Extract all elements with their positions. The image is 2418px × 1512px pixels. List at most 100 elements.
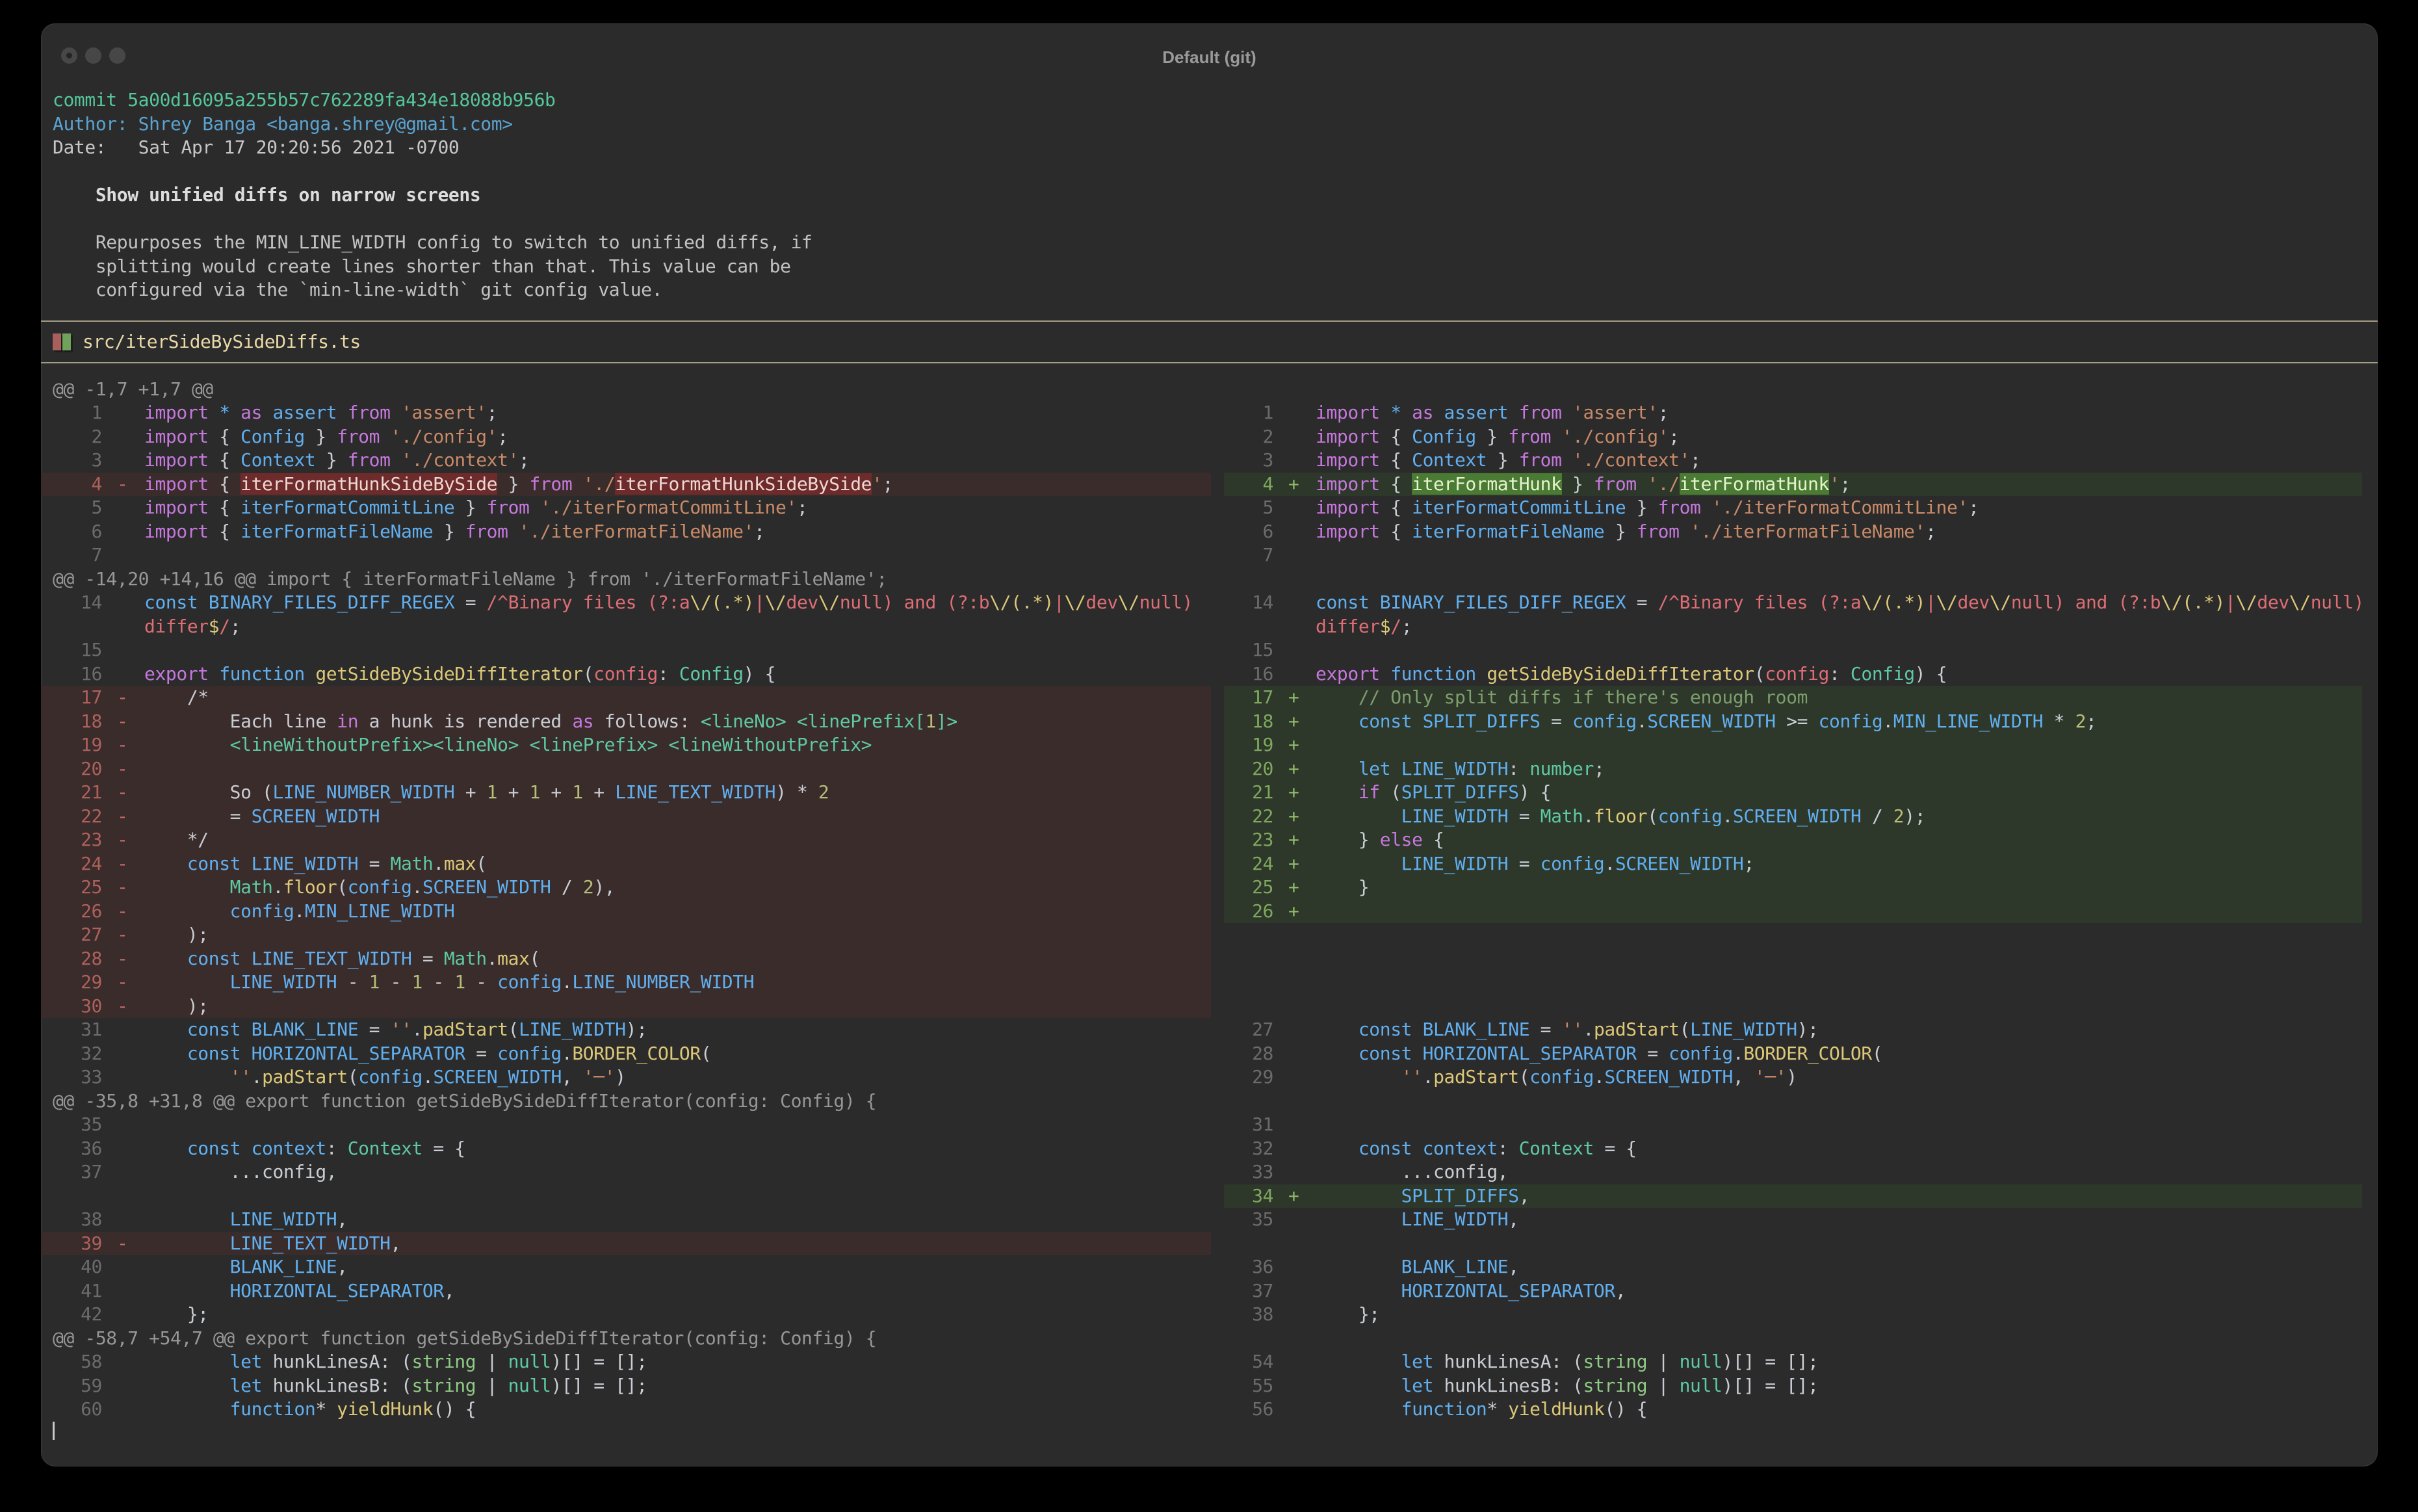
titlebar: Default (git) [41,23,2378,88]
code-token: / [1390,616,1401,637]
code-token: Math [1540,805,1583,827]
code-token: $ [209,616,219,637]
code-line: import { Context } from './context'; [1316,449,2362,473]
code-token: (.*) [711,592,754,613]
code-token: config [358,1066,422,1088]
code-token: let [1401,1351,1444,1372]
cursor-row [41,1422,2378,1446]
code-token: null) [2311,592,2362,613]
code-token [1316,1280,1401,1301]
code-token [144,1398,230,1420]
diff-marker: + [1288,852,1299,876]
code-token: 2 [2075,710,2086,732]
diff-pane-left: 14const BINARY_FILES_DIFF_REGEX = /^Bina… [41,591,1211,615]
diff-row: 58 let hunkLinesA: (string | null)[] = [… [41,1350,2378,1374]
code-token: follows: [593,710,701,732]
diff-pane-right: 7 [1224,543,2362,567]
commit-header: commit 5a00d16095a255b57c762289fa434e180… [41,88,2378,302]
code-token: , [444,1280,454,1301]
code-line: let LINE_WIDTH: number; [1316,757,2362,781]
code-token: config [593,663,658,684]
code-line: } else { [1316,828,2362,852]
code-token: LINE_NUMBER_WIDTH [273,781,455,803]
diff-row: 18- Each line in a hunk is rendered as f… [41,710,2378,734]
code-token: from [1519,449,1572,471]
code-token: null [1680,1351,1722,1372]
code-token: from [487,497,540,518]
code-token [144,1280,230,1301]
code-token: iterFormatFileName [240,521,433,542]
code-token: MIN_LINE_WIDTH [305,900,454,922]
code-token: ( [1390,781,1401,803]
line-number: 16 [53,662,102,686]
code-token: ; [754,521,764,542]
code-token: : ( [1551,1375,1583,1396]
diff-marker [1288,1303,1299,1327]
code-token: const [187,1043,252,1064]
diff-pane-left: 28- const LINE_TEXT_WIDTH = Math.max( [41,947,1211,971]
line-number: 32 [1224,1137,1273,1161]
minimize-button[interactable] [85,47,101,64]
code-token: . [562,971,572,993]
code-token: '─' [1754,1066,1786,1088]
code-token: let [230,1351,273,1372]
code-token: | [1054,592,1064,613]
diff-marker [1288,1398,1299,1422]
diff-pane-left: 42 }; [41,1303,1211,1327]
diff-marker [1288,520,1299,544]
code-token: and [2064,592,2118,613]
diff-row: 29- LINE_WIDTH - 1 - 1 - 1 - config.LINE… [41,971,2378,995]
code-token: } [1562,473,1594,495]
code-token: ( [1754,663,1765,684]
code-token [1316,1138,1358,1159]
code-token: '' [1401,1066,1423,1088]
code-token: import [144,402,219,423]
code-token: = [358,1019,390,1040]
diff-row: 30- ); [41,995,2378,1019]
code-token: { [219,473,240,495]
diff-pane-right: 19+ [1224,733,2362,757]
code-token: - [337,971,369,993]
diff-row: 38 LINE_WIDTH,35 LINE_WIDTH, [41,1208,2378,1232]
line-number: 33 [1224,1160,1273,1184]
code-token: | [754,592,764,613]
commit-line: Show unified diffs on narrow screens [41,183,2378,207]
code-token: Context [348,1138,422,1159]
hunk-header: @@ -1,7 +1,7 @@ [41,378,2378,402]
code-token: + [497,781,529,803]
diff-row: 5import { iterFormatCommitLine } from '.… [41,496,2378,520]
code-token: \/ [2235,592,2257,613]
diff-marker [1288,638,1299,662]
code-token: from [465,521,519,542]
code-token: LINE_WIDTH [1401,805,1509,827]
code-token: floor [1594,805,1647,827]
code-token: number [1529,758,1594,779]
line-number: 21 [53,781,102,805]
code-token [144,1066,230,1088]
diff-pane-right: 31 [1224,1113,2362,1137]
diff-marker [117,662,128,686]
code-token [1316,1043,1358,1064]
diff-row: 33 ''.padStart(config.SCREEN_WIDTH, '─')… [41,1065,2378,1089]
line-number: 20 [53,757,102,781]
code-token [144,734,230,755]
code-token: function [230,1398,316,1420]
line-number: 55 [1224,1374,1273,1398]
code-token: , [1733,1066,1754,1088]
code-token: yieldHunk [1508,1398,1604,1420]
line-number: 19 [53,733,102,757]
code-token: : ( [380,1375,411,1396]
code-token: function [1401,1398,1487,1420]
line-number: 20 [1224,757,1273,781]
code-line: HORIZONTAL_SEPARATOR, [1316,1279,2362,1303]
maximize-button[interactable] [109,47,125,64]
line-number: 24 [1224,852,1273,876]
diff-row: 40 BLANK_LINE,36 BLANK_LINE, [41,1255,2378,1279]
code-token [144,1043,187,1064]
close-button[interactable] [61,47,77,64]
diff-pane-left: 38 LINE_WIDTH, [41,1208,1211,1232]
code-token: const [1358,1043,1423,1064]
code-token: = [358,853,390,874]
diff-pane-left: 20- [41,757,1211,781]
code-token: . [1882,710,1893,732]
